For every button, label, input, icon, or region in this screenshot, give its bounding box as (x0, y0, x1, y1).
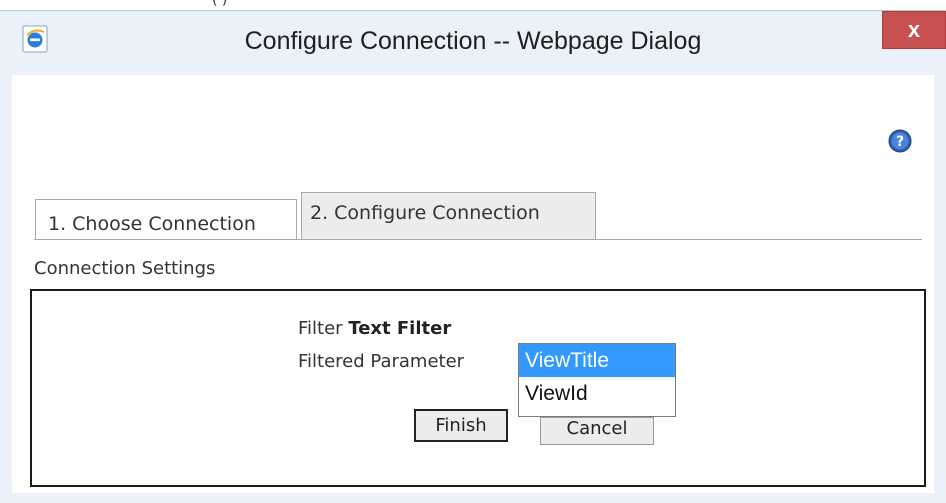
close-icon: x (907, 17, 921, 42)
cancel-button[interactable]: Cancel (540, 417, 654, 445)
help-icon[interactable]: ? (888, 129, 912, 153)
background-window-text: ( ) (212, 0, 228, 8)
background-window-strip: ( ) (0, 0, 946, 10)
tabs-divider (34, 239, 922, 240)
listbox-option-viewtitle[interactable]: ViewTitle (519, 344, 675, 377)
finish-button[interactable]: Finish (414, 409, 508, 442)
listbox-option-viewid[interactable]: ViewId (519, 377, 675, 410)
window-title: Configure Connection -- Webpage Dialog (244, 27, 702, 55)
tab-choose-connection[interactable]: 1. Choose Connection (35, 199, 297, 240)
filter-line: Filter Text Filter (298, 318, 451, 339)
title-bar: Configure Connection -- Webpage Dialog x (0, 11, 946, 75)
filter-prefix: Filter (298, 318, 343, 339)
filtered-parameter-listbox[interactable]: ViewTitle ViewId (518, 343, 676, 417)
close-button[interactable]: x (882, 11, 946, 49)
dialog-content: ? 1. Choose Connection 2. Configure Conn… (12, 75, 934, 493)
filter-name: Text Filter (348, 318, 452, 339)
dialog-window: Configure Connection -- Webpage Dialog x… (0, 10, 946, 503)
svg-text:?: ? (896, 134, 904, 150)
connection-settings-panel: Filter Text Filter Filtered Parameter Ca… (30, 289, 926, 487)
tab-configure-connection[interactable]: 2. Configure Connection (301, 192, 596, 239)
section-label: Connection Settings (34, 258, 216, 279)
filtered-parameter-label: Filtered Parameter (298, 351, 465, 372)
